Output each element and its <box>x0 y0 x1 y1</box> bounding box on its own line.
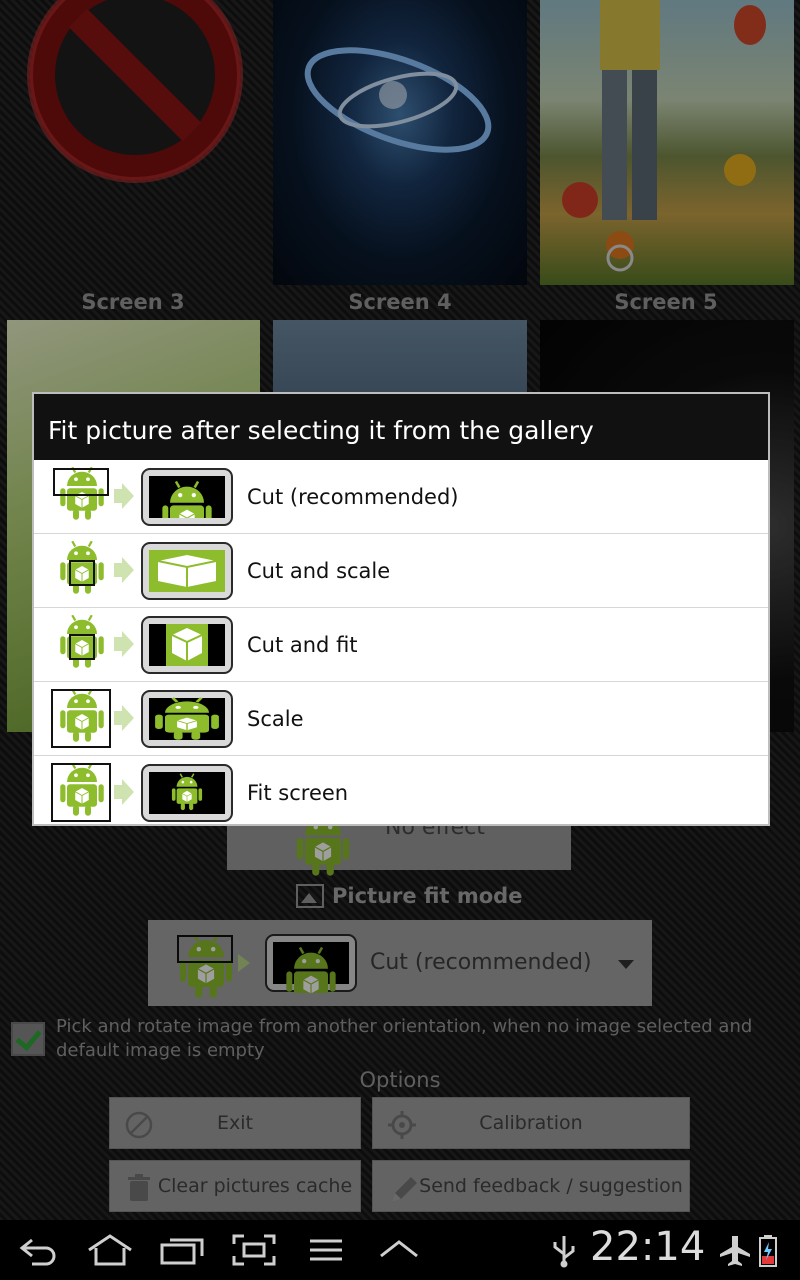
fit-screen-result-icon <box>141 764 233 822</box>
arrow-right-icon <box>114 557 134 583</box>
cut-and-scale-result-icon <box>141 542 233 600</box>
clock: 22:14 <box>590 1224 706 1270</box>
cut-and-fit-result-icon <box>141 616 233 674</box>
fit-option-label: Cut and scale <box>247 559 391 583</box>
arrow-right-icon <box>114 483 134 509</box>
arrow-right-icon <box>114 705 134 731</box>
fit-option-scale[interactable]: Scale <box>34 682 768 756</box>
scale-source-icon <box>51 689 111 748</box>
fit-picture-dialog: Fit picture after selecting it from the … <box>32 392 770 826</box>
fit-option-cut-and-fit[interactable]: Cut and fit <box>34 608 768 682</box>
usb-icon <box>553 1236 575 1268</box>
fit-option-label: Cut and fit <box>247 633 358 657</box>
cut-result-icon <box>141 468 233 526</box>
home-icon[interactable] <box>86 1234 134 1266</box>
cut-source-icon <box>53 467 109 521</box>
fit-option-label: Scale <box>247 707 304 731</box>
fit-option-label: Fit screen <box>247 781 349 805</box>
fit-screen-source-icon <box>51 763 111 822</box>
up-icon[interactable] <box>378 1234 420 1266</box>
cut-and-scale-source-icon <box>59 541 105 595</box>
dialog-title: Fit picture after selecting it from the … <box>34 394 768 460</box>
fit-option-fit-screen[interactable]: Fit screen <box>34 756 768 830</box>
menu-icon[interactable] <box>308 1234 344 1266</box>
scale-result-icon <box>141 690 233 748</box>
system-navigation-bar: 22:14 <box>0 1220 800 1280</box>
arrow-right-icon <box>114 779 134 805</box>
arrow-right-icon <box>114 631 134 657</box>
fit-option-cut-recommended[interactable]: Cut (recommended) <box>34 460 768 534</box>
fit-option-label: Cut (recommended) <box>247 485 459 509</box>
cut-and-fit-source-icon <box>59 615 105 669</box>
battery-icon <box>759 1235 777 1267</box>
recent-apps-icon[interactable] <box>158 1234 206 1266</box>
screenshot-icon[interactable] <box>232 1234 276 1266</box>
back-icon[interactable] <box>18 1234 60 1266</box>
fit-option-cut-and-scale[interactable]: Cut and scale <box>34 534 768 608</box>
airplane-icon <box>720 1236 750 1266</box>
